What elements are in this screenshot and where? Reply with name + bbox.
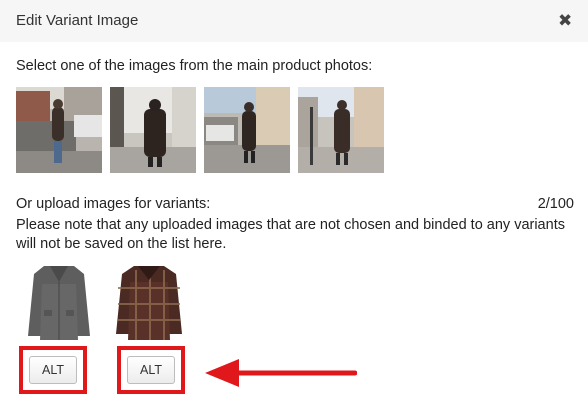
left-arrow-icon [205,359,357,387]
main-photo-thumbnail-2[interactable] [110,87,196,173]
alt-highlight-frame-1: ALT [19,346,87,394]
upload-note-line-1: Please note that any uploaded images tha… [16,217,565,233]
modal-title: Edit Variant Image [16,12,139,29]
modal-header: Edit Variant Image ✖ [0,0,588,42]
main-photo-thumbnail-1[interactable] [16,87,102,173]
alt-highlight-frame-2: ALT [117,346,185,394]
main-photo-thumbnail-4[interactable] [298,87,384,173]
close-icon[interactable]: ✖ [558,11,572,31]
upload-note-line-2: will not be saved on the list here. [16,236,227,252]
upload-prompt: Or upload images for variants: [16,196,211,212]
main-photo-thumbnail-3[interactable] [204,87,290,173]
uploaded-variant-image-1[interactable] [20,262,98,342]
alt-button-2[interactable]: ALT [127,356,175,384]
main-photos-prompt: Select one of the images from the main p… [16,58,373,74]
upload-count: 2/100 [537,196,574,212]
alt-button-1[interactable]: ALT [29,356,77,384]
uploaded-variant-image-2[interactable] [110,262,188,342]
edit-variant-image-modal: Edit Variant Image ✖ Select one of the i… [0,0,588,403]
